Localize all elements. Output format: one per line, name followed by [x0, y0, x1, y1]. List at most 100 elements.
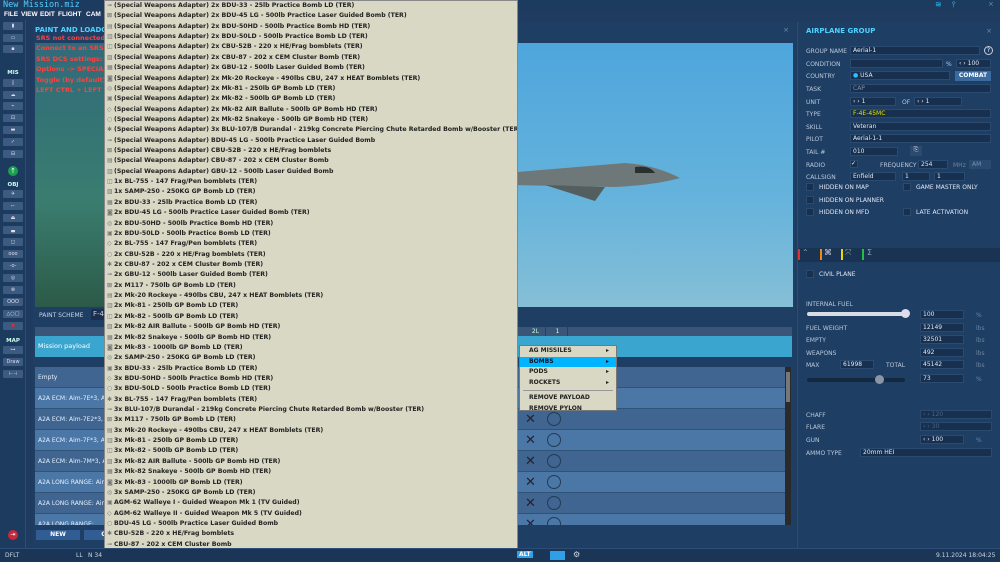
bomb-menu-item[interactable]: ▣AGM-62 Walleye I - Guided Weapon Mk 1 (… — [105, 498, 517, 508]
bomb-menu-item[interactable]: ▣2x BDU-50LD - 500lb Practice Bomb LD (T… — [105, 229, 517, 239]
pylon-circle-icon[interactable] — [547, 454, 561, 468]
target-icon[interactable]: ◎ — [3, 274, 23, 282]
bomb-menu-item[interactable]: ▥(Special Weapons Adapter) GBU-12 - 500l… — [105, 167, 517, 177]
stepper-icon[interactable]: ‹ › — [959, 60, 968, 67]
check-icon[interactable]: ✓ — [3, 138, 23, 146]
group-name-input[interactable]: Aerial-1 — [850, 46, 980, 55]
bomb-menu-item[interactable]: ▦2x BDU-33 - 25lb Practice Bomb LD (TER) — [105, 198, 517, 208]
bomb-menu-item[interactable]: ⊠ 3x M117 - 750lb GP Bomb LD (TER) — [105, 415, 517, 425]
new-button[interactable]: NEW — [36, 530, 80, 540]
bomb-menu-item[interactable]: ▤3x Mk-20 Rockeye - 490lbs CBU, 247 x HE… — [105, 426, 517, 436]
bomb-menu-item[interactable]: ⊸ (Special Weapons Adapter) BDU-45 LG - 5… — [105, 136, 517, 146]
zone-icon[interactable]: ⊗ — [3, 286, 23, 294]
bomb-menu-item[interactable]: ⊸ 2x GBU-12 - 500lb Laser Guided Bomb (TE… — [105, 270, 517, 280]
tab-summary-icon[interactable]: Σ — [867, 248, 872, 257]
measure-icon[interactable]: ⊢⊣ — [3, 370, 23, 378]
briefing-icon[interactable]: ▯ — [3, 79, 23, 87]
airplane-icon[interactable]: ✈ — [3, 190, 23, 198]
callsign-select[interactable]: Enfield — [850, 172, 896, 181]
bomb-menu-item[interactable]: ▨1x SAMP-250 - 250KG GP Bomb LD (TER) — [105, 187, 517, 197]
menu-file[interactable]: FILE — [4, 10, 18, 20]
bomb-menu-item[interactable]: ◫1x BL-755 - 147 Frag/Pen bomblets (TER) — [105, 177, 517, 187]
copy-tail-icon[interactable]: ⎘ — [910, 146, 922, 156]
bomb-menu-item[interactable]: ⊠ (Special Weapons Adapter) 2x BDU-45 LG … — [105, 11, 517, 21]
pylon-circle-icon[interactable] — [547, 517, 561, 525]
menu-flight[interactable]: FLIGHT — [58, 10, 81, 20]
bomb-menu-item[interactable]: ◇ 3x BDU-50HD - 500lb Practice Bomb HD (T… — [105, 374, 517, 384]
of-stepper[interactable]: ‹ › 1 — [914, 97, 962, 106]
helicopter-icon[interactable]: ⌐ — [3, 202, 23, 210]
pylon-empty-icon[interactable]: ✕ — [525, 496, 536, 511]
bomb-menu-item[interactable]: ◎ (Special Weapons Adapter) 2x Mk-81 - 25… — [105, 84, 517, 94]
open-folder-icon[interactable]: ▭ — [3, 34, 23, 42]
bomb-menu-item[interactable]: ▥3x Mk-81 - 250lb GP Bomb LD (TER) — [105, 436, 517, 446]
vehicle-icon[interactable]: ▃ — [3, 226, 23, 234]
bomb-menu-item[interactable]: ▦2x Mk-82 Snakeye - 500lb GP Bomb HD (TE… — [105, 333, 517, 343]
tab-triggers-icon[interactable]: ⤧ — [845, 248, 851, 258]
pylon-2l[interactable]: 2L — [526, 327, 546, 336]
bomb-menu-item[interactable]: ▥2x Mk-81 - 250lb GP Bomb LD (TER) — [105, 301, 517, 311]
menu-item-bombs[interactable]: BOMBS ▸ — [520, 356, 616, 367]
frequency-input[interactable]: 254 — [918, 160, 948, 169]
close-icon[interactable]: × — [783, 26, 789, 34]
bomb-menu-item[interactable]: ◇ (Special Weapons Adapter) 2x Mk-82 AIR … — [105, 105, 517, 115]
menu-item-rockets[interactable]: ROCKETS ▸ — [520, 378, 616, 389]
unit-stepper[interactable]: ‹ › 1 — [850, 97, 896, 106]
shapes-icon[interactable]: △○□ — [3, 310, 23, 318]
bomb-menu-item[interactable]: ▣3x BDU-33 - 25lb Practice Bomb LD (TER) — [105, 364, 517, 374]
bomb-menu-item[interactable]: ◙2x BDU-45 LG - 500lb Practice Laser Gui… — [105, 208, 517, 218]
pylon-circle-icon[interactable] — [547, 412, 561, 426]
bomb-menu-item[interactable]: ◙(Special Weapons Adapter) 2x Mk-20 Rock… — [105, 74, 517, 84]
weather-icon[interactable]: ☁ — [3, 91, 23, 99]
layout-select[interactable]: DFLT — [5, 552, 19, 559]
bomb-menu-item[interactable]: ✱ 2x CBU-87 - 202 x CEM Cluster Bomb (TER… — [105, 260, 517, 270]
pylon-circle-icon[interactable] — [547, 496, 561, 510]
tab-payload-icon[interactable]: ⌘ — [824, 248, 832, 257]
help-icon[interactable]: ? — [984, 46, 993, 55]
bomb-menu-item[interactable]: ◫3x Mk-82 - 500lb GP Bomb LD (TER) — [105, 446, 517, 456]
alt-button[interactable]: ALT — [517, 551, 533, 558]
settings-icon[interactable]: ⚙ — [573, 550, 580, 559]
ship-icon[interactable]: ⏏ — [3, 214, 23, 222]
bomb-menu-item[interactable]: ⊸ 3x BLU-107/B Durandal - 219kg Concrete … — [105, 405, 517, 415]
bomb-menu-item[interactable]: ◇ 2x BL-755 - 147 Frag/Pen bomblets (TER) — [105, 239, 517, 249]
bomb-menu-item[interactable]: ▤(Special Weapons Adapter) 2x BDU-50HD -… — [105, 22, 517, 32]
country-select[interactable]: ● USA — [850, 71, 950, 80]
resources-icon[interactable]: ⊟ — [3, 150, 23, 158]
bomb-menu-item[interactable]: ○ BDU-45 LG - 500lb Practice Laser Guided… — [105, 519, 517, 529]
task-select[interactable]: CAP — [850, 84, 991, 93]
condition-stepper[interactable]: ‹ › 100 — [956, 59, 991, 68]
ruler-icon[interactable]: ⊶ — [3, 346, 23, 354]
draw-button[interactable]: Draw — [3, 358, 23, 366]
chain-icon[interactable]: OOO — [3, 298, 23, 306]
chaff-stepper[interactable]: ‹ › 120 — [920, 410, 992, 419]
pylon-circle-icon[interactable] — [547, 433, 561, 447]
bomb-menu-item[interactable]: ▨3x Mk-82 AIR Ballute - 500lb GP Bomb HD… — [105, 457, 517, 467]
bomb-menu-item[interactable]: ✱ 3x BL-755 - 147 Frag/Pen bomblets (TER) — [105, 395, 517, 405]
hidden-on-mfd-checkbox[interactable] — [806, 208, 814, 216]
callsign-number-2[interactable]: 1 — [934, 172, 965, 181]
menu-item-pods[interactable]: PODS ▸ — [520, 367, 616, 378]
type-select[interactable]: F-4E-45MC — [850, 109, 991, 118]
scrollbar-thumb[interactable] — [786, 372, 790, 402]
bomb-menu-item[interactable]: ⊠ 2x M117 - 750lb GP Bomb LD (TER) — [105, 281, 517, 291]
internal-fuel-input[interactable]: 100 — [920, 310, 964, 319]
bomb-menu-item[interactable]: ◙2x Mk-83 - 1000lb GP Bomb LD (TER) — [105, 343, 517, 353]
goals-icon[interactable]: ▬ — [3, 126, 23, 134]
menu-item-remove-pylon[interactable]: REMOVE PYLON — [520, 404, 616, 415]
late-activation-checkbox[interactable] — [903, 208, 911, 216]
delete-icon[interactable]: ✖ — [3, 322, 23, 330]
menu-edit[interactable]: EDIT — [40, 10, 55, 20]
new-file-icon[interactable]: ▮ — [3, 22, 23, 30]
pilot-input[interactable]: Aerial-1-1 — [850, 134, 991, 143]
ammo-type-select[interactable]: 20mm HEI — [860, 448, 992, 457]
arrow-up-icon[interactable]: ↑ — [8, 166, 18, 176]
gun-stepper[interactable]: ‹ › 100 — [920, 435, 964, 444]
bomb-menu-item[interactable]: ▥(Special Weapons Adapter) 2x BDU-50LD -… — [105, 32, 517, 42]
bomb-menu-item[interactable]: ◫(Special Weapons Adapter) 2x CBU-52B - … — [105, 42, 517, 52]
menu-item-remove-payload[interactable]: REMOVE PAYLOAD — [520, 393, 616, 404]
save-icon[interactable]: ▪ — [3, 45, 23, 53]
pylon-empty-icon[interactable]: ✕ — [525, 454, 536, 469]
bomb-menu-item[interactable]: ▨2x Mk-82 AIR Ballute - 500lb GP Bomb HD… — [105, 322, 517, 332]
hidden-on-planner-checkbox[interactable] — [806, 196, 814, 204]
